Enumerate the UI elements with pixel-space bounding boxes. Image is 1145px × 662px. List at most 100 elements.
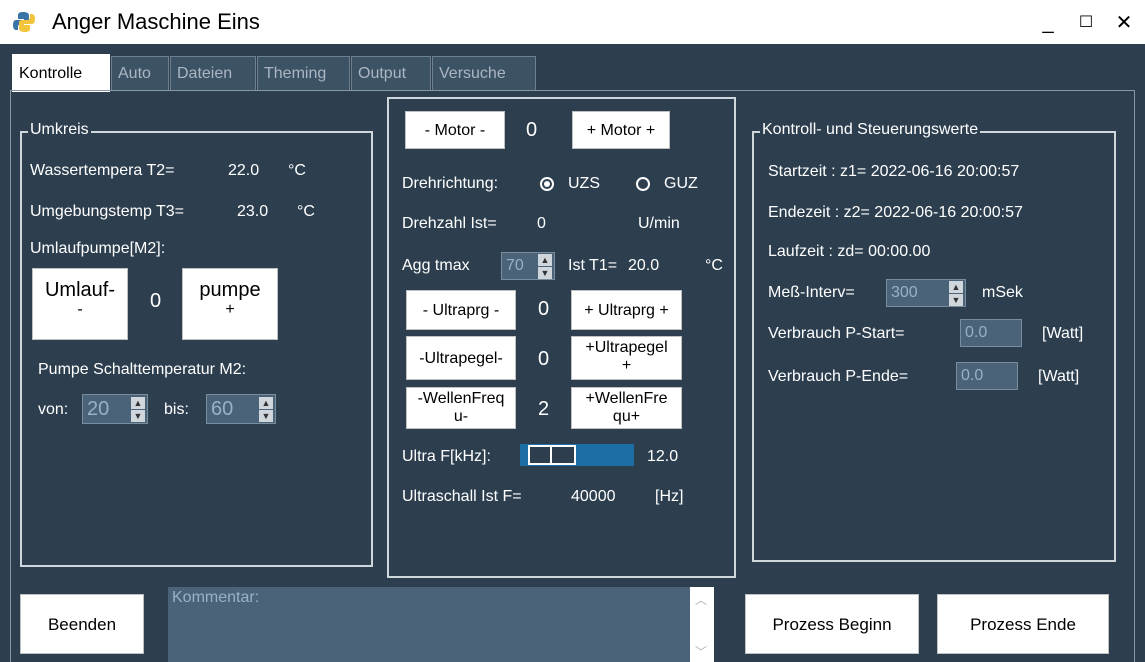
umgebungstemp-label: Umgebungstemp T3= xyxy=(30,203,185,220)
bis-label: bis: xyxy=(164,401,189,418)
von-value: 20 xyxy=(87,398,110,420)
beenden-button[interactable]: Beenden xyxy=(20,594,144,654)
p-start-unit: [Watt] xyxy=(1042,325,1084,342)
ultrapegel-count: 0 xyxy=(538,348,550,370)
startzeit-text: Startzeit : z1= 2022-06-16 20:00:57 xyxy=(768,163,1020,180)
window-title: Anger Maschine Eins xyxy=(52,9,260,34)
umkreis-title: Umkreis xyxy=(28,121,91,139)
ultrapegel-minus-button[interactable]: -Ultrapegel- xyxy=(406,336,516,380)
bis-down-arrow-icon[interactable]: ▼ xyxy=(259,410,273,422)
ultraprg-minus-button[interactable]: - Ultraprg - xyxy=(406,290,516,330)
bis-up-arrow-icon[interactable]: ▲ xyxy=(259,397,273,409)
ultraschall-value: 40000 xyxy=(571,488,616,505)
tab-versuche[interactable]: Versuche xyxy=(432,56,536,90)
tab-dateien[interactable]: Dateien xyxy=(170,56,256,90)
uzs-label: UZS xyxy=(568,175,600,192)
agg-down-arrow-icon[interactable]: ▼ xyxy=(538,267,552,279)
umlaufpumpe-plus-line2: + xyxy=(225,301,235,318)
tab-kontrolle[interactable]: Kontrolle xyxy=(12,54,110,92)
wassertemp-value: 22.0 xyxy=(228,162,260,179)
mess-interv-spinbox[interactable]: 300 ▲ ▼ xyxy=(886,279,966,307)
agg-up-arrow-icon[interactable]: ▲ xyxy=(538,254,552,266)
guz-radio[interactable] xyxy=(636,177,650,191)
umkreis-group xyxy=(20,131,373,567)
drehzahl-value: 0 xyxy=(537,215,546,232)
kommentar-placeholder: Kommentar: xyxy=(172,589,260,606)
wellenfrequ-minus-line1: -WellenFreq xyxy=(417,390,505,407)
wellenfrequ-count: 2 xyxy=(538,398,550,420)
guz-label: GUZ xyxy=(664,175,698,192)
ultraschall-label: Ultraschall Ist F= xyxy=(402,488,522,505)
ultrapegel-plus-button[interactable]: +Ultrapegel + xyxy=(571,336,682,380)
schalttemp-label: Pumpe Schalttemperatur M2: xyxy=(38,361,247,378)
drehrichtung-label: Drehrichtung: xyxy=(402,175,499,192)
umlaufpumpe-count: 0 xyxy=(150,290,162,312)
tab-theming[interactable]: Theming xyxy=(257,56,350,90)
bis-spinbox[interactable]: 60 ▲ ▼ xyxy=(206,394,276,424)
p-ende-unit: [Watt] xyxy=(1038,368,1080,385)
endezeit-text: Endezeit : z2= 2022-06-16 20:00:57 xyxy=(768,204,1023,221)
title-bar: Anger Maschine Eins _ ☐ ✕ xyxy=(0,0,1145,44)
umlaufpumpe-plus-line1: pumpe xyxy=(199,279,261,301)
ultrapegel-plus-line1: +Ultrapegel xyxy=(585,339,668,356)
ist-t1-unit: °C xyxy=(705,257,723,274)
umlaufpumpe-plus-button[interactable]: pumpe + xyxy=(182,268,278,340)
scroll-down-arrow-icon[interactable]: ﹀ xyxy=(695,643,707,660)
kontroll-group xyxy=(752,131,1116,562)
ultra-f-value: 12.0 xyxy=(647,448,679,465)
bis-value: 60 xyxy=(211,398,234,420)
ultraprg-count: 0 xyxy=(538,298,550,320)
umlaufpumpe-minus-line2: - xyxy=(77,301,83,318)
wassertemp-unit: °C xyxy=(288,162,306,179)
prozess-ende-button[interactable]: Prozess Ende xyxy=(937,594,1109,654)
mess-interv-label: Meß-Interv= xyxy=(768,284,855,301)
ist-t1-value: 20.0 xyxy=(628,257,660,274)
umlaufpumpe-minus-button[interactable]: Umlauf- - xyxy=(32,268,128,340)
mess-interv-value: 300 xyxy=(891,284,918,301)
ultra-f-slider-trough[interactable] xyxy=(520,444,634,466)
von-label: von: xyxy=(38,401,69,418)
agg-tmax-spinbox[interactable]: 70 ▲ ▼ xyxy=(501,252,555,280)
laufzeit-text: Laufzeit : zd= 00:00.00 xyxy=(768,243,931,260)
p-start-label: Verbrauch P-Start= xyxy=(768,325,905,342)
python-app-icon xyxy=(13,12,35,32)
mess-up-arrow-icon[interactable]: ▲ xyxy=(949,281,963,293)
von-spinbox[interactable]: 20 ▲ ▼ xyxy=(82,394,148,424)
mess-down-arrow-icon[interactable]: ▼ xyxy=(949,294,963,306)
von-up-arrow-icon[interactable]: ▲ xyxy=(131,397,145,409)
ultrapegel-plus-line2: + xyxy=(621,356,632,374)
maximize-button[interactable]: ☐ xyxy=(1068,6,1104,40)
wellenfrequ-minus-line2: u- xyxy=(453,407,469,425)
motor-plus-button[interactable]: + Motor + xyxy=(572,111,670,149)
ultra-f-slider-handle[interactable] xyxy=(528,445,576,465)
motor-count: 0 xyxy=(526,119,538,141)
tab-auto[interactable]: Auto xyxy=(111,56,169,90)
kommentar-textarea[interactable]: Kommentar: ︿ ﹀ xyxy=(168,587,714,662)
p-ende-label: Verbrauch P-Ende= xyxy=(768,368,909,385)
ultraprg-plus-button[interactable]: + Ultraprg + xyxy=(571,290,682,330)
ultraschall-unit: [Hz] xyxy=(655,488,684,505)
wellenfrequ-plus-line2: qu+ xyxy=(612,407,641,425)
tab-output[interactable]: Output xyxy=(351,56,431,90)
wellenfrequ-minus-button[interactable]: -WellenFreq u- xyxy=(406,387,516,429)
umgebungstemp-unit: °C xyxy=(297,203,315,220)
wellenfrequ-plus-line1: +WellenFre xyxy=(585,390,668,407)
wassertemp-label: Wassertempera T2= xyxy=(30,162,175,179)
close-button[interactable]: ✕ xyxy=(1106,6,1142,40)
scroll-up-arrow-icon[interactable]: ︿ xyxy=(695,591,707,608)
prozess-beginn-button[interactable]: Prozess Beginn xyxy=(745,594,919,654)
kontroll-title: Kontroll- und Steuerungswerte xyxy=(760,121,981,139)
von-down-arrow-icon[interactable]: ▼ xyxy=(131,410,145,422)
p-start-entry[interactable]: 0.0 xyxy=(960,319,1022,347)
wellenfrequ-plus-button[interactable]: +WellenFre qu+ xyxy=(571,387,682,429)
slider-grip xyxy=(550,447,552,463)
ist-t1-label: Ist T1= xyxy=(568,257,618,274)
p-ende-entry[interactable]: 0.0 xyxy=(956,362,1018,390)
ultra-f-label: Ultra F[kHz]: xyxy=(402,448,491,465)
minimize-button[interactable]: _ xyxy=(1030,6,1066,40)
drehzahl-label: Drehzahl Ist= xyxy=(402,215,497,232)
motor-minus-button[interactable]: - Motor - xyxy=(405,111,505,149)
kommentar-scrollbar[interactable]: ︿ ﹀ xyxy=(690,587,714,662)
uzs-radio[interactable] xyxy=(540,177,554,191)
agg-tmax-value: 70 xyxy=(506,257,524,274)
